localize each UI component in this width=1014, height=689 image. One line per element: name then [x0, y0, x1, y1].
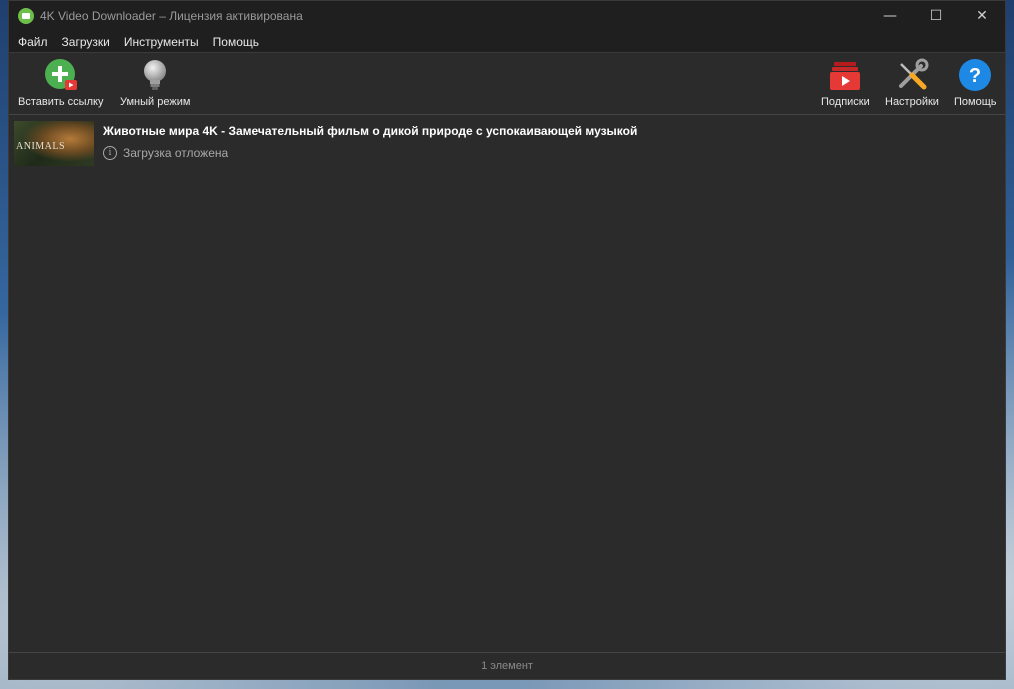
download-status-text: Загрузка отложена: [123, 146, 229, 160]
smart-mode-button[interactable]: Умный режим: [120, 58, 190, 108]
downloads-list: ANIMALS Животные мира 4K - Замечательный…: [9, 115, 1005, 653]
video-thumbnail: ANIMALS: [14, 121, 94, 166]
menu-file[interactable]: Файл: [9, 35, 55, 49]
menu-bar: Файл Загрузки Инструменты Помощь: [9, 31, 1005, 53]
menu-help[interactable]: Помощь: [206, 35, 266, 49]
settings-label: Настройки: [885, 96, 939, 108]
subscriptions-icon: [830, 62, 861, 90]
paste-link-icon: [44, 59, 77, 90]
subscriptions-label: Подписки: [821, 96, 870, 108]
smart-mode-label: Умный режим: [120, 96, 191, 108]
close-button[interactable]: ✕: [959, 1, 1005, 31]
menu-tools[interactable]: Инструменты: [117, 35, 206, 49]
paste-link-label: Вставить ссылку: [18, 96, 104, 108]
help-button[interactable]: ? Помощь: [954, 58, 997, 108]
help-icon: ?: [959, 59, 992, 91]
toolbar: Вставить ссылку Умный режим Подписки Нас…: [9, 53, 1005, 115]
minimize-button[interactable]: —: [867, 1, 913, 31]
window-title: 4K Video Downloader – Лицензия активиров…: [40, 9, 303, 23]
app-logo-icon: [18, 8, 34, 24]
help-label: Помощь: [954, 96, 997, 108]
svg-text:?: ?: [969, 65, 981, 87]
settings-button[interactable]: Настройки: [885, 58, 939, 108]
item-count: 1 элемент: [481, 660, 533, 672]
download-title: Животные мира 4K - Замечательный фильм о…: [103, 124, 638, 138]
menu-downloads[interactable]: Загрузки: [55, 35, 117, 49]
info-icon: i: [103, 146, 117, 160]
lightbulb-icon: [144, 60, 167, 90]
subscriptions-button[interactable]: Подписки: [821, 58, 870, 108]
app-window: 4K Video Downloader – Лицензия активиров…: [8, 0, 1006, 680]
maximize-button[interactable]: ☐: [913, 1, 959, 31]
download-status: i Загрузка отложена: [103, 146, 228, 160]
thumbnail-text: ANIMALS: [16, 141, 66, 152]
paste-link-button[interactable]: Вставить ссылку: [18, 58, 103, 108]
download-item[interactable]: ANIMALS Животные мира 4K - Замечательный…: [14, 121, 1000, 167]
window-controls: — ☐ ✕: [867, 1, 1005, 31]
status-bar: 1 элемент: [9, 652, 1005, 679]
title-bar[interactable]: 4K Video Downloader – Лицензия активиров…: [9, 1, 1005, 31]
wrench-screwdriver-icon: [898, 58, 929, 90]
